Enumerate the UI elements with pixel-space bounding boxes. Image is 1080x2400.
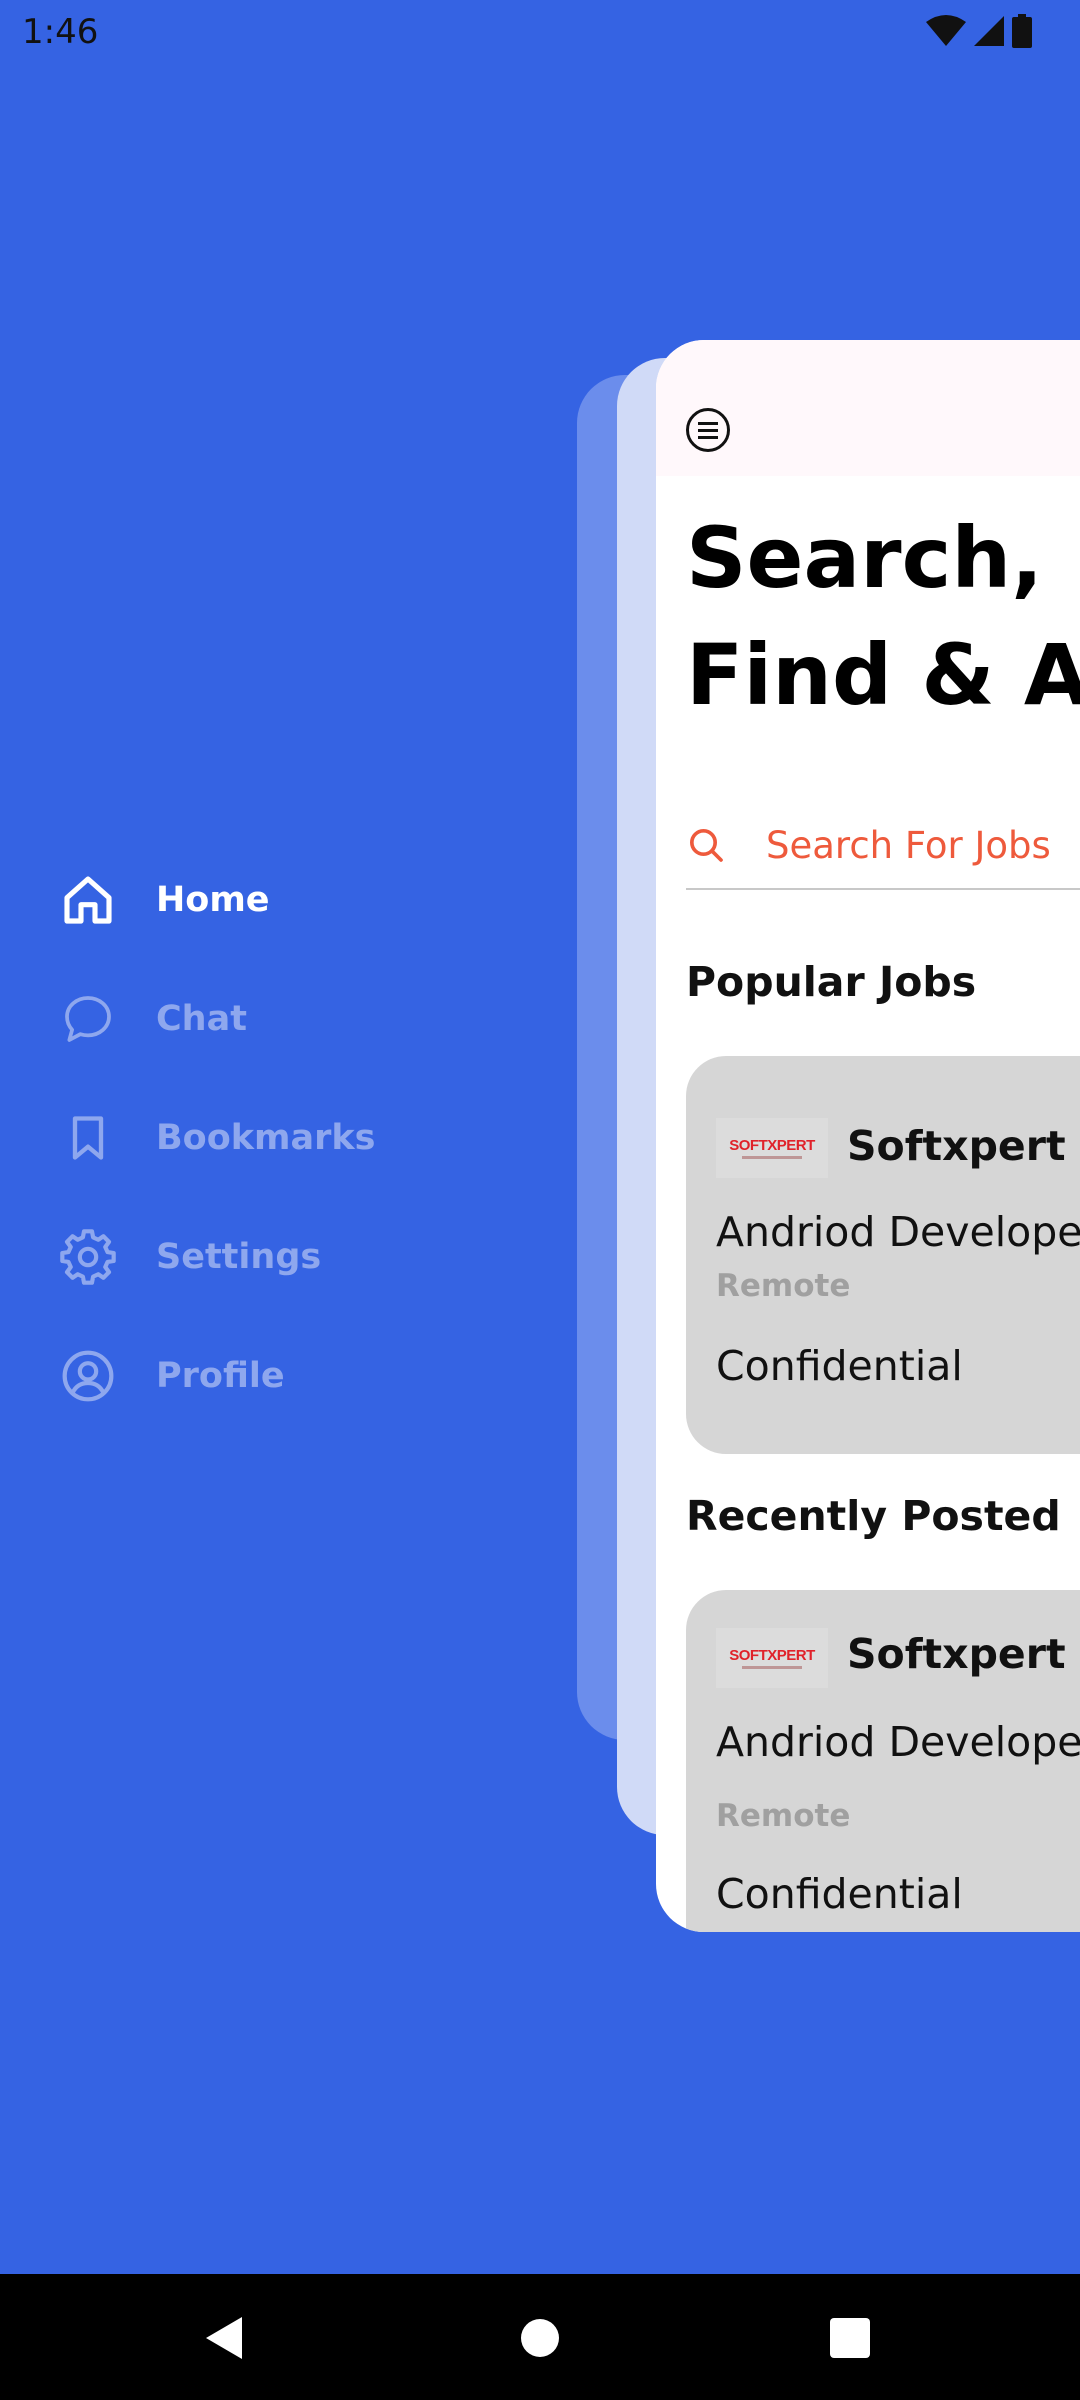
profile-icon — [60, 1348, 116, 1404]
job-title: Andriod Develope — [716, 1718, 1080, 1766]
drawer-item-bookmarks[interactable]: Bookmarks — [60, 1078, 376, 1197]
status-bar: 1:46 — [0, 0, 1080, 64]
card-app-bar — [656, 340, 1080, 476]
home-circle-icon — [521, 2319, 559, 2357]
company-logo-text: SOFTXPERT — [729, 1647, 815, 1664]
drawer-item-settings[interactable]: Settings — [60, 1197, 376, 1316]
job-location: Remote — [716, 1798, 851, 1834]
headline-line-2: Find & Ap — [686, 626, 1080, 724]
wifi-icon — [926, 14, 966, 53]
recent-job-card[interactable]: SOFTXPERT Softxpert In Andriod Develope … — [686, 1590, 1080, 1932]
popular-jobs-title: Popular Jobs — [686, 958, 977, 1006]
drawer-menu: Home Chat Bookmarks Settings Profile — [60, 840, 376, 1435]
job-salary: Confidential — [716, 1870, 963, 1918]
menu-toggle-icon[interactable] — [686, 408, 730, 452]
logo-underline — [742, 1156, 802, 1159]
recents-square-icon — [830, 2318, 870, 2358]
back-button[interactable] — [200, 2314, 248, 2362]
company-logo-text: SOFTXPERT — [729, 1137, 815, 1154]
headline-line-1: Search, — [686, 509, 1044, 607]
gear-icon — [60, 1228, 116, 1285]
company-name: Softxpert In — [847, 1630, 1080, 1678]
home-icon — [60, 872, 116, 928]
headline: Search, Find & Ap — [686, 500, 1080, 734]
company-logo: SOFTXPERT — [716, 1628, 828, 1688]
drawer-item-label: Profile — [156, 1355, 285, 1396]
signal-icon — [972, 14, 1006, 53]
company-logo: SOFTXPERT — [716, 1118, 828, 1178]
home-button[interactable] — [516, 2314, 564, 2362]
job-salary: Confidential — [716, 1342, 963, 1390]
back-icon — [206, 2317, 242, 2359]
drawer-item-label: Bookmarks — [156, 1117, 376, 1158]
bookmark-icon — [60, 1110, 116, 1166]
company-name: Softxpert In — [847, 1122, 1080, 1170]
status-icons — [926, 14, 1032, 53]
chat-icon — [60, 991, 116, 1047]
drawer-item-label: Home — [156, 879, 270, 920]
search-field[interactable]: Search For Jobs — [686, 802, 1080, 890]
job-title: Andriod Develope — [716, 1208, 1080, 1256]
drawer-item-label: Chat — [156, 998, 247, 1039]
main-content-card[interactable]: Search, Find & Ap Search For Jobs Popula… — [656, 340, 1080, 1932]
drawer-item-profile[interactable]: Profile — [60, 1316, 376, 1435]
battery-icon — [1012, 14, 1032, 53]
drawer-item-label: Settings — [156, 1236, 322, 1277]
logo-underline — [742, 1666, 802, 1669]
recents-button[interactable] — [826, 2314, 874, 2362]
job-location: Remote — [716, 1268, 851, 1304]
system-nav-bar — [0, 2274, 1080, 2400]
drawer-item-chat[interactable]: Chat — [60, 959, 376, 1078]
status-time: 1:46 — [22, 12, 99, 52]
search-placeholder: Search For Jobs — [766, 823, 1051, 867]
recently-posted-title: Recently Posted — [686, 1492, 1061, 1540]
drawer-item-home[interactable]: Home — [60, 840, 376, 959]
popular-job-card[interactable]: SOFTXPERT Softxpert In Andriod Develope … — [686, 1056, 1080, 1454]
search-icon — [686, 825, 726, 865]
app-screen: 1:46 Home Chat Bookmarks Settings Profil… — [0, 0, 1080, 2400]
